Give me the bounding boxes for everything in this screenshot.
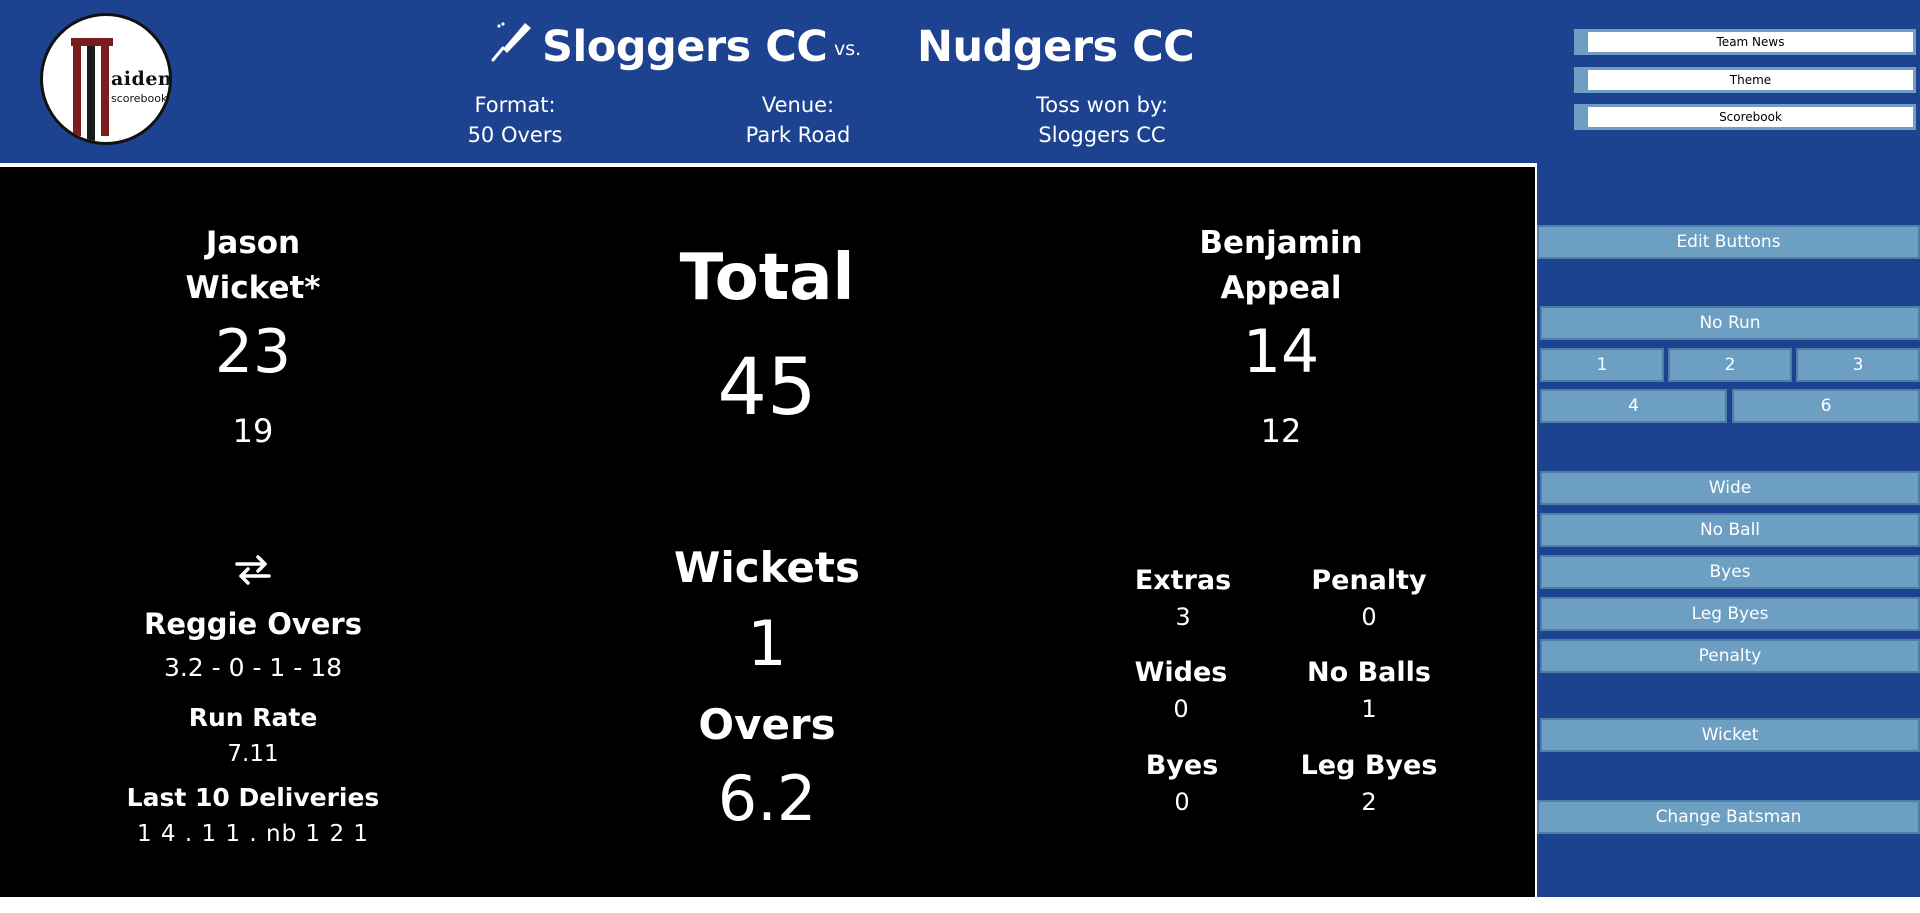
- byes-label: Byes: [1145, 750, 1219, 781]
- run-2-button[interactable]: 2: [1668, 348, 1792, 382]
- venue-value: Park Road: [745, 123, 851, 147]
- theme-label: Theme: [1588, 70, 1913, 90]
- non-striker-runs: 14: [1242, 317, 1320, 387]
- no-run-button[interactable]: No Run: [1540, 306, 1920, 340]
- maiden-scorebook-logo: aiden. scorebook: [40, 13, 172, 145]
- logo-subtitle: scorebook: [111, 92, 168, 105]
- wides-label: Wides: [1134, 657, 1228, 688]
- total-label: Total: [679, 241, 855, 315]
- total-runs: 45: [717, 343, 817, 433]
- team-news-button[interactable]: Team News: [1574, 29, 1916, 55]
- toss-label: Toss won by:: [1036, 93, 1168, 117]
- penalty-value: 0: [1361, 603, 1377, 631]
- non-striker-last-name: Appeal: [1220, 270, 1342, 306]
- extras-label: Extras: [1134, 565, 1232, 596]
- wicket-button[interactable]: Wicket: [1540, 718, 1920, 752]
- striker-first-name: Jason: [205, 225, 301, 261]
- wides-value: 0: [1173, 695, 1189, 723]
- home-team-name: Sloggers CC: [542, 22, 828, 72]
- overs-label: Overs: [698, 700, 836, 749]
- logo-stump: [101, 42, 109, 136]
- striker-balls: 19: [232, 412, 274, 450]
- bowler-name: Reggie Overs: [143, 607, 362, 641]
- away-team-name: Nudgers CC: [917, 22, 1195, 72]
- run-4-button[interactable]: 4: [1540, 389, 1727, 423]
- logo-stump: [73, 42, 81, 136]
- extras-value: 3: [1175, 603, 1191, 631]
- scorebook-label: Scorebook: [1588, 107, 1913, 127]
- team-news-label: Team News: [1588, 32, 1913, 52]
- run-rate-label: Run Rate: [188, 703, 318, 732]
- page-footer-strip: [0, 897, 1920, 913]
- wickets-value: 1: [747, 607, 787, 680]
- theme-button[interactable]: Theme: [1574, 67, 1916, 93]
- cricket-bat-icon: [491, 22, 531, 62]
- versus-label: vs.: [834, 38, 862, 60]
- scoreboard: Jason Wicket* 23 19 Total 45 Benjamin Ap…: [0, 167, 1535, 897]
- bowler-figures: 3.2 - 0 - 1 - 18: [163, 653, 343, 682]
- change-batsman-button[interactable]: Change Batsman: [1537, 800, 1920, 834]
- leg-byes-value: 2: [1361, 788, 1377, 816]
- wickets-label: Wickets: [674, 543, 860, 592]
- striker-last-name: Wicket*: [185, 270, 321, 306]
- byes-button[interactable]: Byes: [1540, 555, 1920, 589]
- no-ball-button[interactable]: No Ball: [1540, 513, 1920, 547]
- non-striker-first-name: Benjamin: [1199, 225, 1363, 261]
- no-balls-value: 1: [1361, 695, 1377, 723]
- edit-buttons-button[interactable]: Edit Buttons: [1537, 225, 1920, 259]
- logo-bail: [71, 38, 113, 46]
- format-label: Format:: [474, 93, 556, 117]
- leg-byes-button[interactable]: Leg Byes: [1540, 597, 1920, 631]
- toss-value: Sloggers CC: [1038, 123, 1166, 147]
- run-3-button[interactable]: 3: [1796, 348, 1920, 382]
- venue-label: Venue:: [761, 93, 835, 117]
- no-balls-label: No Balls: [1307, 657, 1431, 688]
- format-value: 50 Overs: [467, 123, 563, 147]
- striker-runs: 23: [214, 317, 292, 387]
- last-10-deliveries: 1 4 . 1 1 . nb 1 2 1: [136, 821, 370, 847]
- non-striker-balls: 12: [1260, 412, 1302, 450]
- scoring-panel: Edit Buttons No Run 1 2 3 4 6 Wide No Ba…: [1535, 163, 1920, 897]
- run-rate-value: 7.11: [227, 741, 279, 767]
- penalty-button[interactable]: Penalty: [1540, 639, 1920, 673]
- overs-value: 6.2: [717, 762, 817, 835]
- logo-stump: [87, 38, 95, 142]
- wide-button[interactable]: Wide: [1540, 471, 1920, 505]
- run-6-button[interactable]: 6: [1732, 389, 1920, 423]
- penalty-label: Penalty: [1311, 565, 1427, 596]
- leg-byes-label: Leg Byes: [1300, 750, 1438, 781]
- header-bar: aiden. scorebook Sloggers CC vs. Nudgers…: [0, 0, 1920, 163]
- logo-wordmark: aiden.: [111, 68, 172, 90]
- last-10-deliveries-label: Last 10 Deliveries: [126, 783, 380, 812]
- run-1-button[interactable]: 1: [1540, 348, 1664, 382]
- scorebook-button[interactable]: Scorebook: [1574, 104, 1916, 130]
- swap-arrows-icon[interactable]: [234, 554, 272, 586]
- byes-value: 0: [1174, 788, 1190, 816]
